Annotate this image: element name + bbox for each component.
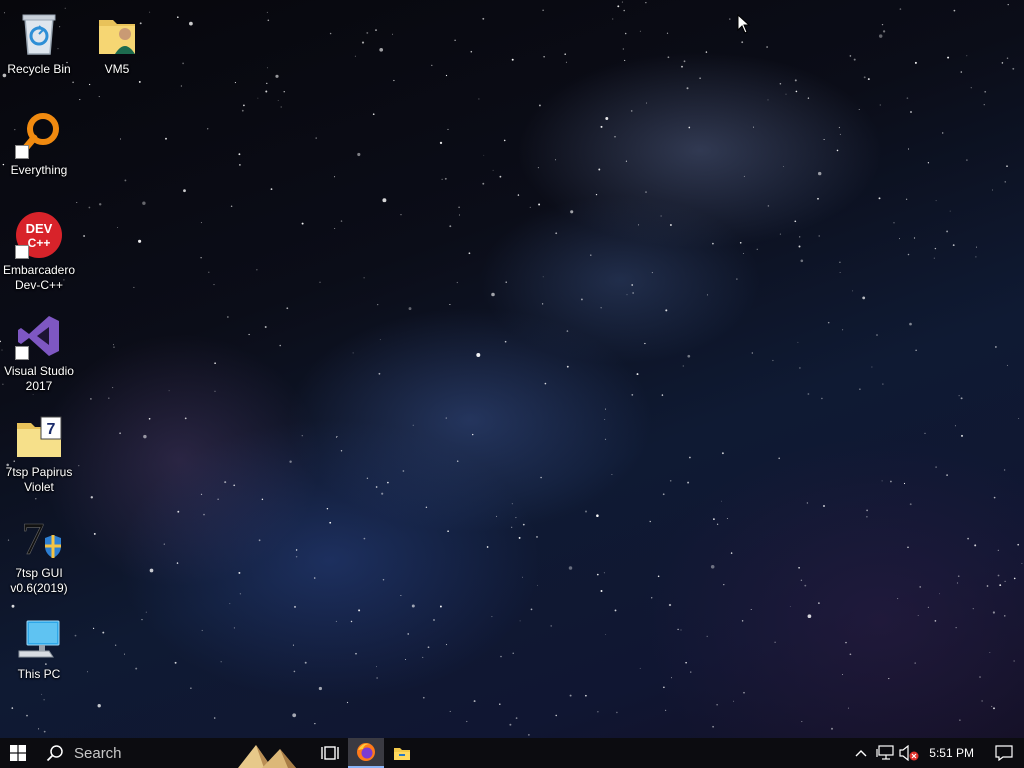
- desktop-icon-label: Visual Studio 2017: [4, 364, 74, 393]
- desktop-icon-label: This PC: [17, 667, 61, 681]
- this-pc-icon: [15, 615, 63, 663]
- file-explorer-icon: [394, 748, 410, 760]
- taskbar-file-explorer[interactable]: [384, 738, 420, 768]
- desktop-icon-devcpp[interactable]: DEV C++ Embarcadero Dev-C++: [1, 205, 77, 299]
- desktop-icon-visual-studio[interactable]: Visual Studio 2017: [1, 306, 77, 400]
- visual-studio-icon: [15, 312, 63, 360]
- task-view-icon: [321, 746, 339, 760]
- svg-text:7: 7: [22, 514, 45, 562]
- windows-logo-icon: [10, 745, 26, 761]
- desktop-icon-recycle-bin[interactable]: Recycle Bin: [1, 4, 77, 98]
- desktop-icon-label: VM5: [104, 62, 130, 76]
- taskbar-clock[interactable]: 5:51 PM: [921, 746, 984, 760]
- desktop-icon-label: 7tsp Papirus Violet: [5, 465, 73, 494]
- mouse-cursor-icon: [737, 14, 751, 34]
- show-hidden-icons-button[interactable]: [849, 738, 873, 768]
- desktop: Recycle Bin VM5 Everything DEV C++ Embar…: [0, 0, 1024, 738]
- volume-button[interactable]: [897, 738, 921, 768]
- volume-muted-icon: [899, 745, 919, 761]
- desktop-icon-label: Embarcadero Dev-C++: [2, 263, 76, 292]
- desktop-icon-this-pc[interactable]: This PC: [1, 609, 77, 703]
- shortcut-arrow-icon: [15, 346, 29, 360]
- action-center-button[interactable]: [984, 738, 1024, 768]
- network-icon: [876, 745, 894, 760]
- desktop-icon-vm5[interactable]: VM5: [79, 4, 155, 98]
- everything-search-icon: [15, 111, 63, 159]
- search-icon: [46, 745, 63, 762]
- taskbar-firefox[interactable]: [348, 738, 384, 768]
- desktop-icon-everything[interactable]: Everything: [1, 105, 77, 199]
- chevron-up-icon: [855, 750, 867, 757]
- network-button[interactable]: [873, 738, 897, 768]
- devcpp-icon: DEV C++: [15, 211, 63, 259]
- svg-text:C++: C++: [28, 236, 51, 250]
- desktop-icon-7tsp-papirus-violet[interactable]: 7 7tsp Papirus Violet: [1, 407, 77, 501]
- pyramids-thumbnail: [238, 745, 296, 768]
- 7tsp-gui-icon: 7: [15, 513, 63, 564]
- desktop-icon-label: 7tsp GUI v0.6(2019): [10, 566, 68, 595]
- search-box[interactable]: Search: [36, 738, 236, 768]
- 7tsp-folder-icon: 7: [15, 413, 63, 461]
- user-folder-icon: [93, 10, 141, 58]
- shortcut-arrow-icon: [15, 145, 29, 159]
- desktop-icon-7tsp-gui[interactable]: 7 7tsp GUI v0.6(2019): [1, 508, 77, 602]
- desktop-icon-label: Everything: [10, 163, 68, 177]
- start-button[interactable]: [0, 738, 36, 768]
- search-placeholder: Search: [74, 744, 122, 762]
- taskbar: Search 5:51 PM: [0, 738, 1024, 768]
- system-tray: 5:51 PM: [849, 738, 1024, 768]
- firefox-icon: [357, 743, 375, 761]
- svg-text:7: 7: [47, 421, 56, 438]
- recycle-bin-icon: [15, 10, 63, 58]
- svg-text:DEV: DEV: [26, 221, 53, 236]
- action-center-icon: [995, 745, 1013, 761]
- desktop-icon-label: Recycle Bin: [7, 62, 71, 76]
- shortcut-arrow-icon: [15, 245, 29, 259]
- task-view-button[interactable]: [312, 738, 348, 768]
